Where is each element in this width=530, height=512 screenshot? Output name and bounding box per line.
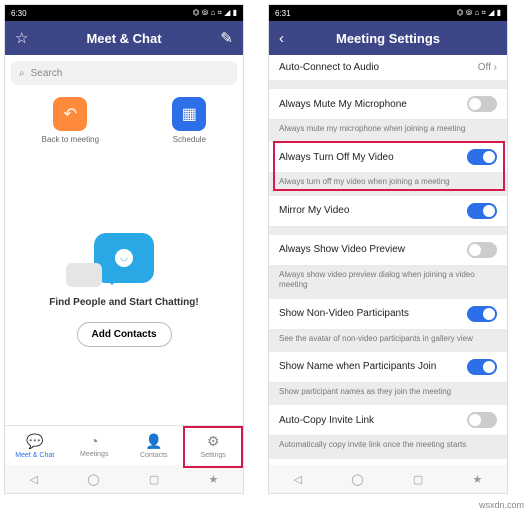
gear-icon: ⚙	[207, 433, 220, 450]
nav-home-icon[interactable]: ◯	[351, 473, 363, 486]
nav-home-icon[interactable]: ◯	[87, 473, 99, 486]
empty-message: Find People and Start Chatting!	[49, 297, 198, 308]
search-icon: ⌕	[19, 68, 25, 79]
status-bar: 6:31 ⏣ ⦾ ⌂ ⌗ ◢ ▮	[269, 5, 507, 21]
clock-icon: ◔	[90, 433, 98, 449]
setting-title: Show Non-Video Participants	[279, 308, 409, 319]
bottom-tabs: 💬Meet & Chat ◔Meetings 👤Contacts ⚙Settin…	[5, 425, 243, 465]
search-placeholder: Search	[31, 68, 63, 79]
header: ☆ Meet & Chat ✎	[5, 21, 243, 55]
back-icon[interactable]: ‹	[279, 30, 284, 47]
status-bar: 6:30 ⏣ ⦾ ⌂ ⌗ ◢ ▮	[5, 5, 243, 21]
status-icons: ⏣ ⦾ ⌂ ⌗ ◢ ▮	[190, 8, 237, 18]
setting-title: Show Name when Participants Join	[279, 361, 436, 372]
schedule-button[interactable]: ▦ Schedule	[172, 97, 206, 144]
setting-title: Mirror My Video	[279, 205, 349, 216]
phone-meeting-settings: 6:31 ⏣ ⦾ ⌂ ⌗ ◢ ▮ ‹ Meeting Settings Auto…	[268, 4, 508, 494]
favorite-icon[interactable]: ☆	[15, 29, 28, 47]
toggle-switch[interactable]	[467, 359, 497, 375]
settings-list[interactable]: Auto-Connect to Audio Off › Always Mute My…	[269, 55, 507, 465]
setting-title: Auto-Connect to Audio	[279, 62, 379, 73]
setting-subtitle: Automatically copy invite link once the …	[269, 436, 507, 458]
schedule-label: Schedule	[173, 135, 206, 144]
nav-more-icon[interactable]: ★	[473, 473, 483, 486]
setting-title: Always Mute My Microphone	[279, 99, 407, 110]
setting-title: Always Turn Off My Video	[279, 152, 394, 163]
toggle-switch[interactable]	[467, 412, 497, 428]
empty-state: ◡ Find People and Start Chatting! Add Co…	[5, 154, 243, 425]
setting-row[interactable]: Show Name when Participants Join	[269, 352, 507, 383]
android-nav: ◁ ◯ ▢ ★	[269, 465, 507, 493]
status-time: 6:31	[275, 9, 291, 18]
setting-row[interactable]: Auto-Connect to Audio Off ›	[269, 55, 507, 81]
setting-subtitle: Always mute my microphone when joining a…	[269, 120, 507, 142]
setting-subtitle: Always show video preview dialog when jo…	[269, 266, 507, 299]
setting-value: Off ›	[478, 62, 497, 73]
setting-row[interactable]: Mirror My Video	[269, 196, 507, 227]
nav-recent-icon[interactable]: ▢	[149, 473, 159, 486]
setting-subtitle: Show participant names as they join the …	[269, 383, 507, 405]
setting-row[interactable]: Always Show Video Preview	[269, 235, 507, 266]
toggle-switch[interactable]	[467, 306, 497, 322]
android-nav: ◁ ◯ ▢ ★	[5, 465, 243, 493]
setting-subtitle: Always turn off my video when joining a …	[269, 173, 507, 195]
setting-row[interactable]: Always Turn Off My Video	[269, 142, 507, 173]
setting-row[interactable]: Always Mute My Microphone	[269, 89, 507, 120]
tab-meetings[interactable]: ◔Meetings	[65, 426, 125, 465]
toggle-switch[interactable]	[467, 96, 497, 112]
status-icons: ⏣ ⦾ ⌂ ⌗ ◢ ▮	[454, 8, 501, 18]
page-title: Meet & Chat	[5, 31, 243, 46]
nav-back-icon[interactable]: ◁	[30, 473, 38, 486]
toggle-switch[interactable]	[467, 149, 497, 165]
back-to-meeting-button[interactable]: ↶ Back to meeting	[42, 97, 99, 144]
phone-meet-chat: 6:30 ⏣ ⦾ ⌂ ⌗ ◢ ▮ ☆ Meet & Chat ✎ ⌕ Searc…	[4, 4, 244, 494]
tab-contacts[interactable]: 👤Contacts	[124, 426, 184, 465]
chat-illustration: ◡	[94, 233, 154, 283]
compose-icon[interactable]: ✎	[220, 29, 233, 47]
chat-icon: 💬	[26, 433, 43, 450]
nav-back-icon[interactable]: ◁	[294, 473, 302, 486]
tab-settings[interactable]: ⚙Settings	[184, 426, 244, 465]
toggle-switch[interactable]	[467, 203, 497, 219]
quick-actions: ↶ Back to meeting ▦ Schedule	[5, 97, 243, 144]
nav-recent-icon[interactable]: ▢	[413, 473, 423, 486]
toggle-switch[interactable]	[467, 242, 497, 258]
watermark: wsxdn.com	[479, 500, 524, 510]
status-time: 6:30	[11, 9, 27, 18]
setting-title: Always Show Video Preview	[279, 244, 405, 255]
page-title: Meeting Settings	[269, 31, 507, 46]
back-to-meeting-label: Back to meeting	[42, 135, 99, 144]
contact-icon: 👤	[145, 433, 162, 450]
search-input[interactable]: ⌕ Search	[11, 61, 237, 85]
setting-row[interactable]: Auto-Copy Invite Link	[269, 405, 507, 436]
header: ‹ Meeting Settings	[269, 21, 507, 55]
add-contacts-button[interactable]: Add Contacts	[77, 322, 172, 347]
tab-meet-chat[interactable]: 💬Meet & Chat	[5, 426, 65, 465]
setting-row[interactable]: Show Non-Video Participants	[269, 299, 507, 330]
setting-subtitle: See the avatar of non-video participants…	[269, 330, 507, 352]
back-to-meeting-icon: ↶	[53, 97, 87, 131]
schedule-icon: ▦	[172, 97, 206, 131]
nav-more-icon[interactable]: ★	[209, 473, 219, 486]
setting-title: Auto-Copy Invite Link	[279, 415, 374, 426]
